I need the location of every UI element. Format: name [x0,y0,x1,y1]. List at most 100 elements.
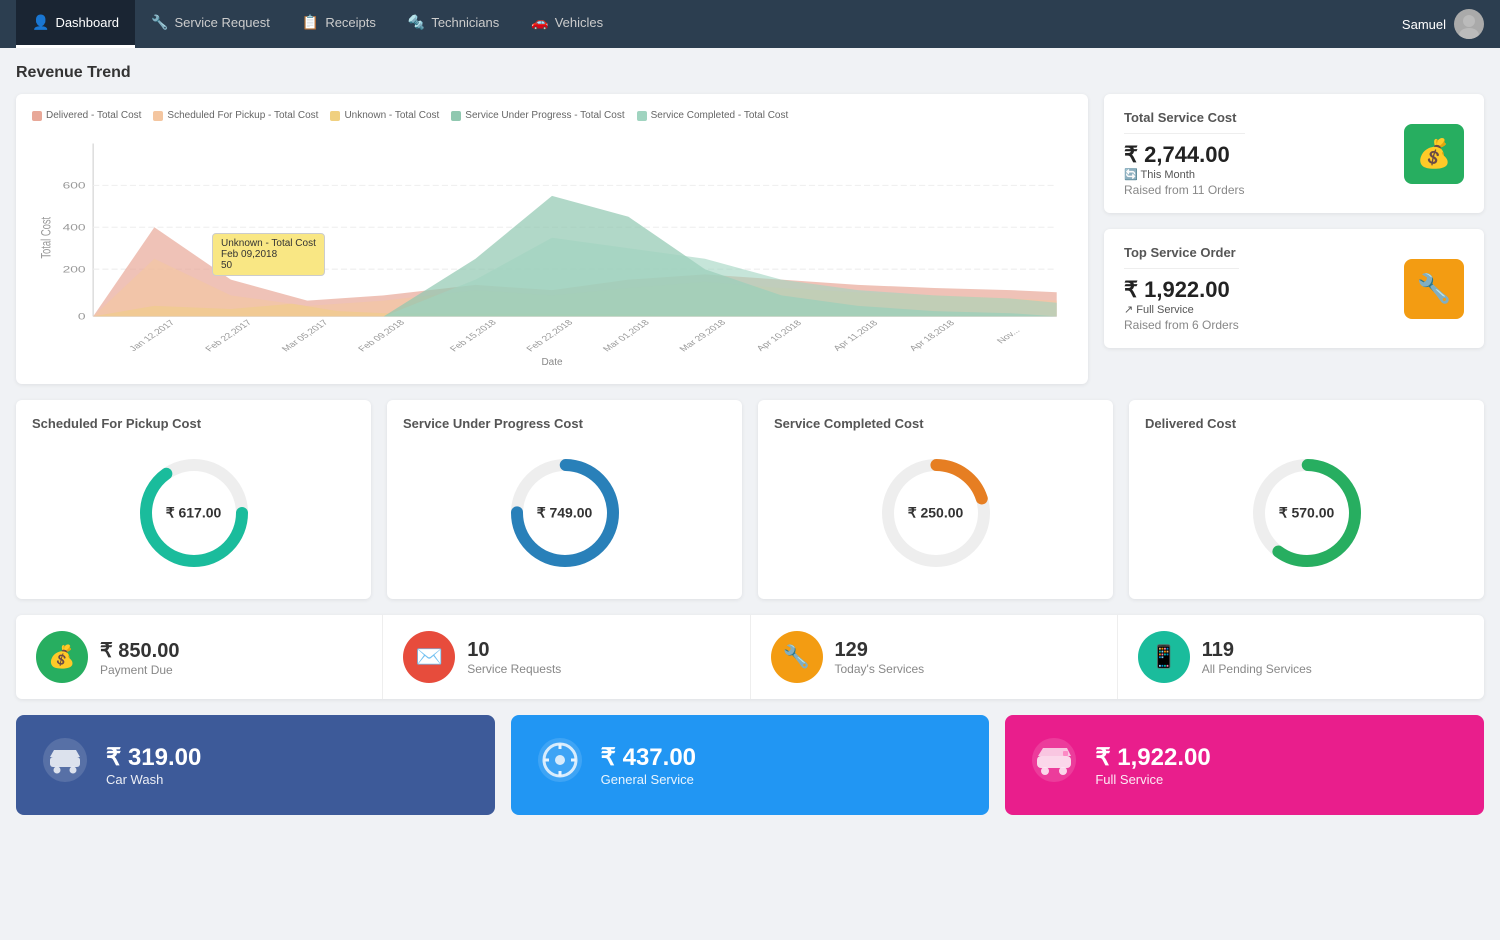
top-service-order-card: Top Service Order ₹ 1,922.00 ↗ Full Serv… [1104,229,1484,348]
stat-info-pending: 119 All Pending Services [1202,639,1312,676]
donut-title-progress: Service Under Progress Cost [403,416,726,431]
svg-text:Jan 12,2017: Jan 12,2017 [127,319,177,353]
top-service-order-icon: 🔧 [1404,259,1464,319]
nav-label-service-request: Service Request [174,15,269,30]
receipts-icon: 📋 [302,14,319,31]
revenue-chart-svg: 0 200 400 600 Jan 12,2017 F [32,133,1072,353]
total-service-cost-amount: ₹ 2,744.00 [1124,142,1245,168]
svg-text:Feb 22,2018: Feb 22,2018 [524,318,575,353]
donut-wrapper-delivered: ₹ 570.00 [1247,453,1367,573]
stat-today-services: 🔧 129 Today's Services [751,615,1118,699]
svg-text:Total Cost: Total Cost [39,216,54,258]
stat-payment-due: 💰 ₹ 850.00 Payment Due [16,615,383,699]
bottom-card-carwash-info: ₹ 319.00 Car Wash [106,743,201,787]
svg-text:Feb 22,2017: Feb 22,2017 [203,318,254,353]
bottom-card-general-label: General Service [601,772,696,787]
donut-wrapper-progress: ₹ 749.00 [505,453,625,573]
technicians-icon: 🔩 [408,14,425,31]
stat-icon-pending: 📱 [1138,631,1190,683]
nav-item-dashboard[interactable]: 👤 Dashboard [16,0,135,48]
nav-username: Samuel [1402,17,1446,32]
svg-text:Nov...: Nov... [995,326,1022,345]
right-panels: Total Service Cost ₹ 2,744.00 🔄 This Mon… [1104,94,1484,384]
chart-area: 0 200 400 600 Jan 12,2017 F [32,133,1072,353]
nav-item-technicians[interactable]: 🔩 Technicians [392,0,515,48]
bottom-card-fullservice: ₹ 1,922.00 Full Service [1005,715,1484,815]
main-content: Revenue Trend Delivered - Total Cost Sch… [0,48,1500,831]
donut-amount-delivered: ₹ 570.00 [1279,505,1335,522]
bottom-card-fullservice-amount: ₹ 1,922.00 [1095,743,1210,772]
car-wash-icon [40,735,90,795]
legend-label-delivered: Delivered - Total Cost [46,110,141,121]
total-service-cost-card: Total Service Cost ₹ 2,744.00 🔄 This Mon… [1104,94,1484,213]
nav-items: 👤 Dashboard 🔧 Service Request 📋 Receipts… [16,0,1402,48]
legend-dot-unknown [330,111,340,121]
svg-text:Mar 29,2018: Mar 29,2018 [677,318,728,353]
legend-label-completed: Service Completed - Total Cost [651,110,789,121]
top-service-order-label: Top Service Order [1124,245,1239,260]
stat-icon-today: 🔧 [771,631,823,683]
svg-text:400: 400 [63,222,86,232]
legend-dot-completed [637,111,647,121]
donut-card-scheduled: Scheduled For Pickup Cost ₹ 617.00 [16,400,371,599]
top-service-order-amount: ₹ 1,922.00 [1124,277,1239,303]
general-service-icon [535,735,585,795]
bottom-card-general: ₹ 437.00 General Service [511,715,990,815]
svg-text:Apr 10,2018: Apr 10,2018 [754,319,803,353]
legend-dot-scheduled [153,111,163,121]
svg-text:Mar 01,2018: Mar 01,2018 [601,318,652,353]
total-service-cost-period: 🔄 This Month [1124,168,1245,181]
donut-amount-progress: ₹ 749.00 [537,505,593,522]
legend-dot-progress [451,111,461,121]
stat-amount-pending: 119 [1202,639,1312,662]
donut-title-delivered: Delivered Cost [1145,416,1468,431]
donut-amount-scheduled: ₹ 617.00 [166,505,222,522]
nav-label-vehicles: Vehicles [555,15,603,30]
stat-amount-payment: ₹ 850.00 [100,638,179,663]
stat-amount-today: 129 [835,639,925,662]
stat-label-pending: All Pending Services [1202,662,1312,676]
donut-amount-completed: ₹ 250.00 [908,505,964,522]
nav-item-service-request[interactable]: 🔧 Service Request [135,0,286,48]
donut-card-completed: Service Completed Cost ₹ 250.00 [758,400,1113,599]
nav-item-receipts[interactable]: 📋 Receipts [286,0,392,48]
legend-delivered: Delivered - Total Cost [32,110,141,121]
chart-x-label: Date [32,357,1072,368]
svg-text:200: 200 [63,264,86,274]
legend-label-scheduled: Scheduled For Pickup - Total Cost [167,110,318,121]
svg-text:Apr 18,2018: Apr 18,2018 [907,319,956,353]
stat-info-today: 129 Today's Services [835,639,925,676]
svg-text:0: 0 [78,311,86,321]
stat-icon-requests: ✉️ [403,631,455,683]
bottom-card-fullservice-label: Full Service [1095,772,1210,787]
bottom-card-general-amount: ₹ 437.00 [601,743,696,772]
total-service-cost-content: Total Service Cost ₹ 2,744.00 🔄 This Mon… [1124,110,1245,197]
nav-label-dashboard: Dashboard [55,15,119,30]
total-service-cost-sub: Raised from 11 Orders [1124,183,1245,197]
top-service-order-content: Top Service Order ₹ 1,922.00 ↗ Full Serv… [1124,245,1239,332]
nav-label-technicians: Technicians [431,15,499,30]
legend-progress: Service Under Progress - Total Cost [451,110,624,121]
service-request-icon: 🔧 [151,14,168,31]
bottom-card-carwash-label: Car Wash [106,772,201,787]
bottom-card-carwash-amount: ₹ 319.00 [106,743,201,772]
navbar: 👤 Dashboard 🔧 Service Request 📋 Receipts… [0,0,1500,48]
stat-label-payment: Payment Due [100,663,179,677]
stats-row: 💰 ₹ 850.00 Payment Due ✉️ 10 Service Req… [16,615,1484,699]
dashboard-icon: 👤 [32,14,49,31]
stat-label-today: Today's Services [835,662,925,676]
full-service-icon [1029,735,1079,795]
legend-label-progress: Service Under Progress - Total Cost [465,110,624,121]
donut-card-delivered: Delivered Cost ₹ 570.00 [1129,400,1484,599]
chart-legend: Delivered - Total Cost Scheduled For Pic… [32,110,1072,121]
legend-label-unknown: Unknown - Total Cost [344,110,439,121]
vehicles-icon: 🚗 [531,14,548,31]
nav-label-receipts: Receipts [325,15,376,30]
donut-container-completed: ₹ 250.00 [774,443,1097,583]
donut-card-progress: Service Under Progress Cost ₹ 749.00 [387,400,742,599]
bottom-card-fullservice-info: ₹ 1,922.00 Full Service [1095,743,1210,787]
nav-item-vehicles[interactable]: 🚗 Vehicles [515,0,619,48]
donut-wrapper-completed: ₹ 250.00 [876,453,996,573]
page-title: Revenue Trend [16,64,1484,82]
top-service-order-sub: Raised from 6 Orders [1124,318,1239,332]
